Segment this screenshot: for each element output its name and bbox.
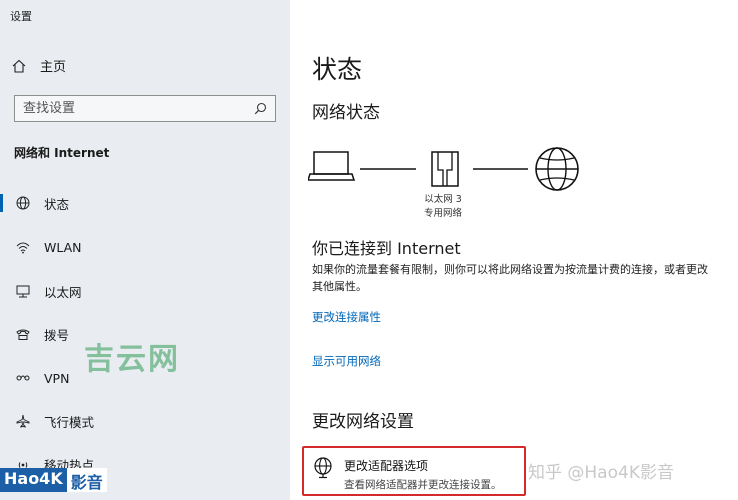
sidebar-item-label: 状态 (44, 196, 70, 212)
sidebar-item-label: 飞行模式 (44, 414, 95, 430)
sidebar-item-label: 以太网 (44, 284, 82, 300)
adapter-option-subtitle: 查看网络适配器并更改连接设置。 (344, 479, 502, 491)
adapter-name: 以太网 3 (424, 194, 462, 205)
ethernet-icon (16, 284, 30, 298)
globe-icon (16, 196, 30, 210)
dialup-icon (16, 327, 30, 341)
sidebar-item-label: 拨号 (44, 327, 70, 343)
settings-sidebar: 设置 主页 网络和 Internet 状态 WLAN 以太网 (0, 0, 290, 500)
sidebar-item-ethernet[interactable]: 以太网 (0, 273, 290, 309)
site-watermark: 吉云网 (84, 342, 180, 377)
badge-left: Hao4K (0, 468, 67, 492)
home-label: 主页 (40, 60, 67, 75)
connection-description: 如果你的流量套餐有限制，则你可以将此网络设置为按流量计费的连接，或者更改其他属性… (312, 263, 708, 293)
adapter-option-title: 更改适配器选项 (344, 459, 429, 473)
main-panel: 状态 网络状态 以太网 3 专用网络 你已连接到 Internet 如果你的流量… (290, 0, 738, 500)
zhihu-credit-watermark: 知乎 @Hao4K影音 (528, 463, 674, 483)
badge-right: 影音 (66, 468, 107, 492)
adapter-type: 专用网络 (423, 208, 462, 219)
sidebar-item-wlan[interactable]: WLAN (0, 229, 290, 265)
sidebar-item-airplane-mode[interactable]: 飞行模式 (0, 403, 290, 439)
adapter-globe-icon (312, 457, 334, 479)
wifi-icon (16, 240, 30, 254)
search-icon[interactable] (253, 102, 267, 116)
home-icon (12, 59, 26, 73)
sidebar-item-label: VPN (44, 370, 70, 386)
airplane-icon (16, 414, 30, 428)
home-nav-item[interactable]: 主页 (12, 56, 66, 75)
ethernet-port-icon (431, 151, 459, 187)
change-connection-properties-link[interactable]: 更改连接属性 (312, 309, 381, 325)
hao4k-badge: Hao4K 影音 (0, 468, 107, 492)
connection-status-text: 你已连接到 Internet (312, 239, 461, 258)
computer-icon (308, 151, 356, 181)
window-title: 设置 (10, 10, 32, 23)
search-box[interactable] (14, 95, 276, 122)
page-title: 状态 (312, 55, 363, 84)
vpn-icon (16, 371, 30, 385)
change-adapter-options-button[interactable]: 更改适配器选项 查看网络适配器并更改连接设置。 (302, 446, 526, 496)
network-status-heading: 网络状态 (312, 103, 380, 123)
sidebar-item-label: WLAN (44, 239, 82, 255)
search-input[interactable] (23, 101, 253, 116)
internet-globe-icon (535, 147, 579, 191)
show-available-networks-link[interactable]: 显示可用网络 (312, 353, 381, 369)
section-title: 网络和 Internet (14, 146, 110, 160)
sidebar-item-status[interactable]: 状态 (0, 185, 290, 221)
change-network-settings-heading: 更改网络设置 (312, 412, 414, 432)
adapter-label: 以太网 3 专用网络 (408, 193, 478, 221)
